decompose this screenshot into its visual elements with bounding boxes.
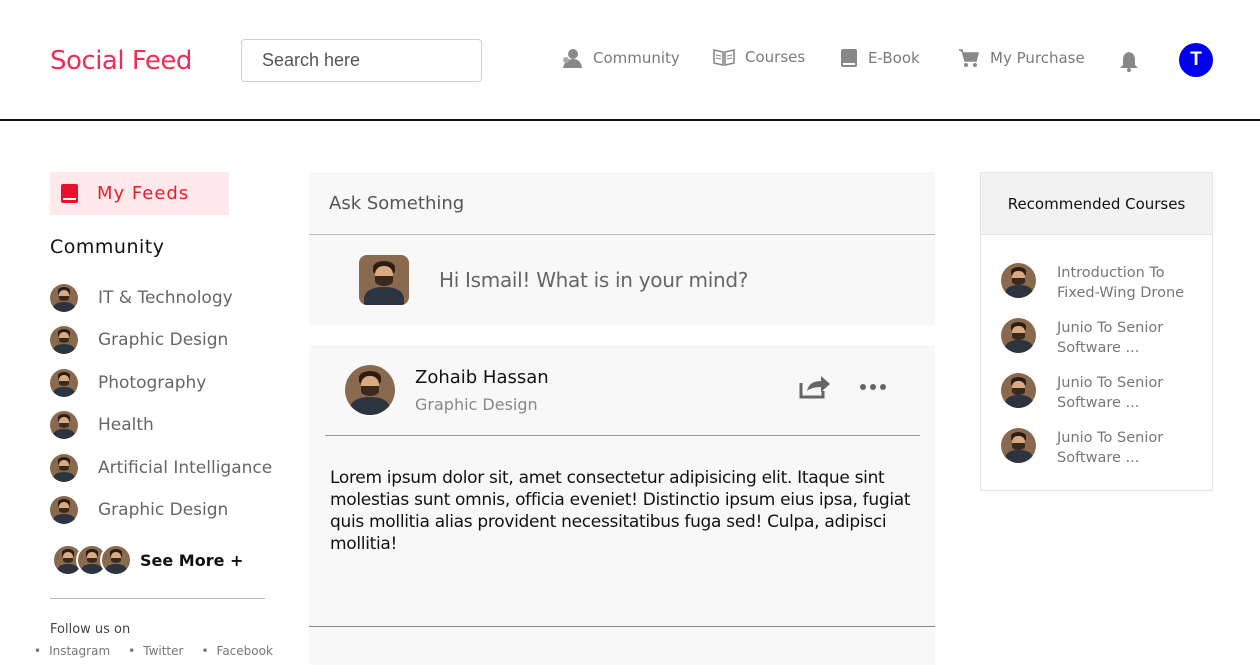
cart-icon xyxy=(959,49,979,67)
instagram-link[interactable]: Instagram xyxy=(34,644,110,658)
community-item[interactable]: Graphic Design xyxy=(50,326,228,354)
ask-something-card: Ask Something Hi Ismail! What is in your… xyxy=(309,172,935,325)
top-header: Social Feed Community Courses E-Book My … xyxy=(0,0,1260,121)
course-title: Junio To Senior Software ... xyxy=(1057,320,1164,356)
course-avatar xyxy=(1001,373,1036,408)
community-avatar xyxy=(50,454,78,482)
community-avatar xyxy=(50,284,78,312)
course-item[interactable]: Junio To Senior Software ... xyxy=(1001,318,1197,358)
post-body: Lorem ipsum dolor sit, amet consectetur … xyxy=(330,468,911,554)
book-icon xyxy=(61,184,78,203)
see-more-link[interactable]: See More + xyxy=(52,544,243,576)
course-item[interactable]: Junio To Senior Software ... xyxy=(1001,428,1197,468)
course-title: Introduction To Fixed-Wing Drone xyxy=(1057,265,1185,301)
community-avatar xyxy=(50,496,78,524)
avatar xyxy=(100,544,132,576)
my-feeds-link[interactable]: My Feeds xyxy=(50,172,229,215)
bell-icon xyxy=(1120,52,1138,72)
community-item[interactable]: IT & Technology xyxy=(50,284,233,312)
course-avatar xyxy=(1001,428,1036,463)
ebook-icon xyxy=(841,49,857,67)
community-label: Health xyxy=(98,415,154,435)
twitter-link[interactable]: Twitter xyxy=(128,644,183,658)
community-label: Artificial Intelligance xyxy=(98,458,273,478)
divider xyxy=(309,234,935,235)
nav-courses[interactable]: Courses xyxy=(713,48,805,66)
social-links: Instagram Twitter Facebook xyxy=(34,644,273,658)
facebook-link[interactable]: Facebook xyxy=(201,644,273,658)
ask-input[interactable]: Hi Ismail! What is in your mind? xyxy=(439,268,748,292)
nav-my-purchase-label: My Purchase xyxy=(990,49,1085,67)
search-bar xyxy=(241,39,482,82)
community-label: Photography xyxy=(98,373,207,393)
community-label: Graphic Design xyxy=(98,500,229,520)
follow-label: Follow us on xyxy=(50,622,131,637)
community-icon xyxy=(563,49,582,68)
nav-my-purchase[interactable]: My Purchase xyxy=(958,48,1085,68)
search-input[interactable] xyxy=(242,40,481,81)
community-heading: Community xyxy=(50,236,165,258)
course-title: Junio To Senior Software ... xyxy=(1057,430,1164,466)
community-avatar xyxy=(50,369,78,397)
post-card: Zohaib Hassan Graphic Design Lorem ipsum… xyxy=(309,345,935,665)
share-icon xyxy=(799,376,830,399)
nav-courses-label: Courses xyxy=(745,48,806,66)
nav-ebook[interactable]: E-Book xyxy=(840,48,920,68)
more-dot-icon xyxy=(870,384,876,390)
course-item[interactable]: Introduction To Fixed-Wing Drone xyxy=(1001,263,1197,303)
more-options-button[interactable] xyxy=(860,384,886,390)
community-item[interactable]: Artificial Intelligance xyxy=(50,454,272,482)
divider xyxy=(50,598,265,599)
community-label: Graphic Design xyxy=(98,330,229,350)
recommended-courses-panel: Recommended Courses Introduction To Fixe… xyxy=(980,172,1213,491)
post-author-name[interactable]: Zohaib Hassan xyxy=(415,367,549,388)
site-logo[interactable]: Social Feed xyxy=(50,46,192,76)
nav-community-label: Community xyxy=(593,49,680,67)
course-avatar xyxy=(1001,263,1036,298)
ask-title: Ask Something xyxy=(329,193,465,214)
see-more-label: See More + xyxy=(140,550,244,570)
nav-ebook-label: E-Book xyxy=(868,49,920,67)
share-button[interactable] xyxy=(799,373,831,404)
divider xyxy=(309,626,935,627)
post-category: Graphic Design xyxy=(415,395,538,414)
book-open-icon xyxy=(713,49,735,66)
community-item[interactable]: Health xyxy=(50,411,154,439)
course-avatar xyxy=(1001,318,1036,353)
more-dot-icon xyxy=(860,384,866,390)
user-avatar-photo xyxy=(359,255,409,305)
divider xyxy=(325,435,920,436)
community-avatar xyxy=(50,326,78,354)
community-avatar xyxy=(50,411,78,439)
course-title: Junio To Senior Software ... xyxy=(1057,375,1164,411)
more-dot-icon xyxy=(880,384,886,390)
community-item[interactable]: Photography xyxy=(50,369,206,397)
user-avatar[interactable]: T xyxy=(1179,43,1213,77)
my-feeds-label: My Feeds xyxy=(97,183,190,204)
course-item[interactable]: Junio To Senior Software ... xyxy=(1001,373,1197,413)
community-label: IT & Technology xyxy=(98,288,233,308)
recommended-title: Recommended Courses xyxy=(981,173,1212,235)
community-item[interactable]: Graphic Design xyxy=(50,496,228,524)
author-avatar[interactable] xyxy=(345,365,395,415)
notifications-button[interactable] xyxy=(1118,50,1140,77)
nav-community[interactable]: Community xyxy=(561,48,680,68)
